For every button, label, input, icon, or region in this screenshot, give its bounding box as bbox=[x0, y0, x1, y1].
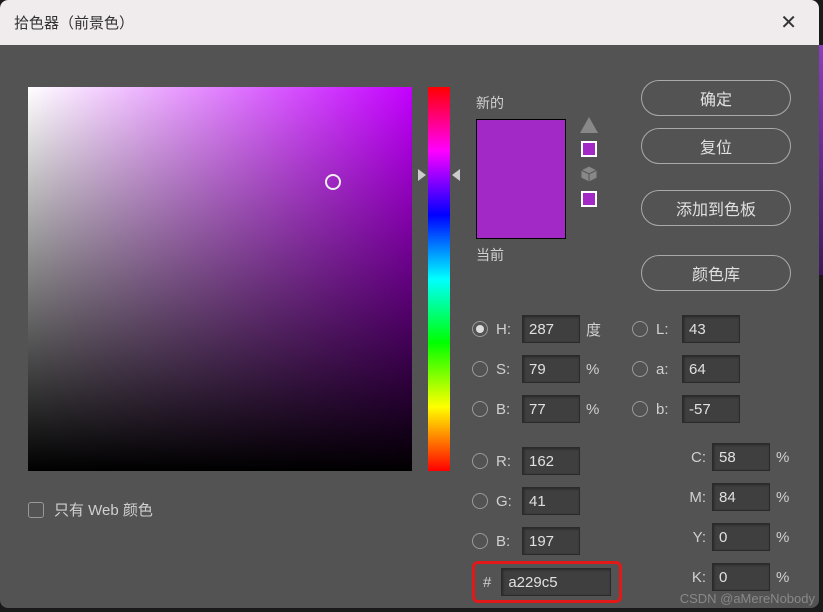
swatch-area: 新的 当前 bbox=[476, 93, 566, 265]
l-radio[interactable] bbox=[632, 321, 648, 337]
a-input[interactable] bbox=[682, 355, 740, 383]
web-safe-warning-icon[interactable] bbox=[580, 165, 598, 183]
c-unit: % bbox=[776, 449, 800, 466]
b-hsb-radio[interactable] bbox=[472, 401, 488, 417]
warning-column bbox=[580, 117, 598, 207]
b-rgb-input[interactable] bbox=[522, 527, 580, 555]
s-input[interactable] bbox=[522, 355, 580, 383]
s-radio[interactable] bbox=[472, 361, 488, 377]
l-input[interactable] bbox=[682, 315, 740, 343]
titlebar[interactable]: 拾色器（前景色） ✕ bbox=[0, 0, 819, 45]
color-libraries-button[interactable]: 颜色库 bbox=[641, 255, 791, 291]
y-unit: % bbox=[776, 529, 800, 546]
gamut-warning-icon[interactable] bbox=[580, 117, 598, 133]
b-hsb-unit: % bbox=[586, 401, 610, 418]
h-input[interactable] bbox=[522, 315, 580, 343]
m-input[interactable] bbox=[712, 483, 770, 511]
hue-slider-thumb-left[interactable] bbox=[418, 169, 426, 181]
reset-button[interactable]: 复位 bbox=[641, 128, 791, 164]
window-title: 拾色器（前景色） bbox=[14, 12, 772, 33]
y-label: Y: bbox=[678, 529, 706, 546]
g-label: G: bbox=[496, 493, 522, 510]
ok-button[interactable]: 确定 bbox=[641, 80, 791, 116]
add-to-swatches-button[interactable]: 添加到色板 bbox=[641, 190, 791, 226]
a-radio[interactable] bbox=[632, 361, 648, 377]
current-color-label: 当前 bbox=[476, 245, 566, 265]
r-input[interactable] bbox=[522, 447, 580, 475]
color-field[interactable] bbox=[28, 87, 412, 471]
y-input[interactable] bbox=[712, 523, 770, 551]
r-radio[interactable] bbox=[472, 453, 488, 469]
b-rgb-radio[interactable] bbox=[472, 533, 488, 549]
h-label: H: bbox=[496, 321, 522, 338]
cmyk-fields: C: % M: % Y: % K: % bbox=[678, 437, 800, 597]
m-unit: % bbox=[776, 489, 800, 506]
color-swatch bbox=[476, 119, 566, 239]
b-hsb-label: B: bbox=[496, 401, 522, 418]
web-safe-nearest-swatch[interactable] bbox=[581, 191, 597, 207]
k-unit: % bbox=[776, 569, 800, 586]
r-label: R: bbox=[496, 453, 522, 470]
close-icon[interactable]: ✕ bbox=[772, 6, 805, 39]
c-label: C: bbox=[678, 449, 706, 466]
hex-hash-label: # bbox=[483, 574, 491, 591]
gamut-nearest-swatch[interactable] bbox=[581, 141, 597, 157]
h-unit: 度 bbox=[586, 319, 610, 340]
hue-slider-thumb-right[interactable] bbox=[452, 169, 460, 181]
g-input[interactable] bbox=[522, 487, 580, 515]
s-unit: % bbox=[586, 361, 610, 378]
b-lab-radio[interactable] bbox=[632, 401, 648, 417]
web-only-checkbox[interactable] bbox=[28, 502, 44, 518]
b-hsb-input[interactable] bbox=[522, 395, 580, 423]
g-radio[interactable] bbox=[472, 493, 488, 509]
hue-slider[interactable] bbox=[428, 87, 450, 471]
hex-row: # bbox=[472, 561, 622, 603]
s-label: S: bbox=[496, 361, 522, 378]
l-label: L: bbox=[656, 321, 682, 338]
m-label: M: bbox=[678, 489, 706, 506]
b-lab-label: b: bbox=[656, 401, 682, 418]
color-field-cursor[interactable] bbox=[325, 174, 341, 190]
b-lab-input[interactable] bbox=[682, 395, 740, 423]
a-label: a: bbox=[656, 361, 682, 378]
web-only-row: 只有 Web 颜色 bbox=[28, 499, 153, 520]
hex-input[interactable] bbox=[501, 568, 611, 596]
h-radio[interactable] bbox=[472, 321, 488, 337]
new-color-label: 新的 bbox=[476, 93, 566, 113]
new-color-swatch[interactable] bbox=[477, 120, 565, 179]
web-only-label: 只有 Web 颜色 bbox=[54, 499, 153, 520]
current-color-swatch[interactable] bbox=[477, 179, 565, 238]
c-input[interactable] bbox=[712, 443, 770, 471]
color-picker-dialog: 拾色器（前景色） ✕ 新的 当前 确定 复位 添加到色板 bbox=[0, 0, 819, 608]
b-rgb-label: B: bbox=[496, 533, 522, 550]
k-input[interactable] bbox=[712, 563, 770, 591]
k-label: K: bbox=[678, 569, 706, 586]
dialog-body: 新的 当前 确定 复位 添加到色板 颜色库 H: 度 bbox=[0, 45, 819, 608]
watermark: CSDN @aMereNobody bbox=[680, 591, 815, 606]
